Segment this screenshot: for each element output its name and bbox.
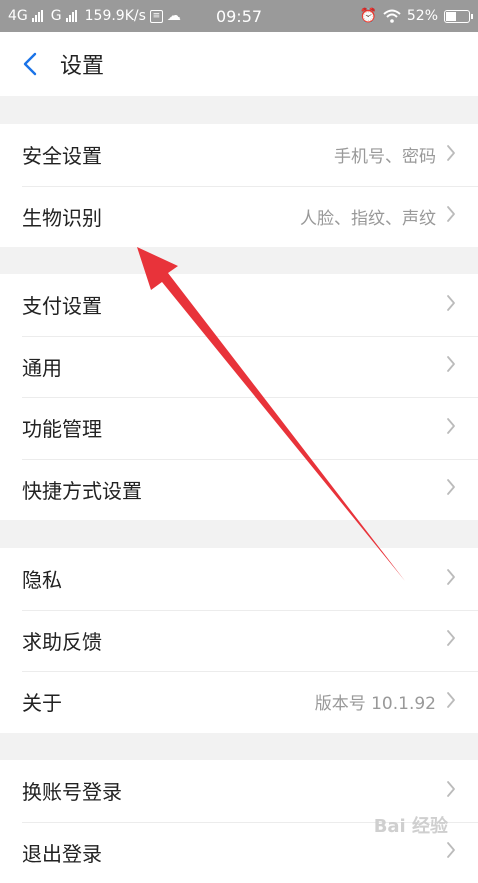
chevron-right-icon: [446, 629, 456, 651]
settings-group-general: 支付设置通用功能管理快捷方式设置: [0, 274, 478, 520]
chevron-right-icon: [446, 417, 456, 439]
chevron-right-icon: [446, 478, 456, 500]
settings-group-account: 安全设置 手机号、密码生物识别 人脸、指纹、声纹: [0, 124, 478, 247]
network-type-2: G: [51, 8, 62, 24]
status-left: 4G G 159.9K/s ≡ ☁: [8, 8, 181, 24]
chevron-right-icon: [446, 568, 456, 590]
settings-group-about: 隐私求助反馈关于 版本号 10.1.92: [0, 548, 478, 733]
settings-row[interactable]: 通用: [0, 336, 478, 398]
chevron-right-icon: [446, 294, 456, 316]
settings-row[interactable]: 安全设置 手机号、密码: [0, 124, 478, 186]
watermark: Bai 经验: [374, 812, 448, 838]
notification-icon: ≡: [150, 10, 163, 23]
settings-row-label: 关于: [22, 687, 62, 716]
chevron-right-icon: [446, 780, 456, 802]
battery-icon: [444, 10, 470, 23]
settings-row[interactable]: 隐私: [0, 548, 478, 610]
status-bar: 4G G 159.9K/s ≡ ☁ 09:57 ⏰ 52%: [0, 0, 478, 32]
chevron-right-icon: [446, 355, 456, 377]
chevron-right-icon: [446, 205, 456, 227]
page-title: 设置: [60, 48, 104, 80]
settings-row-label: 功能管理: [22, 413, 102, 442]
nav-bar: 设置: [0, 32, 478, 96]
settings-row-value: 版本号 10.1.92: [315, 689, 436, 714]
wifi-icon: [383, 9, 401, 23]
settings-row[interactable]: 支付设置: [0, 274, 478, 336]
settings-row-label: 安全设置: [22, 140, 102, 169]
battery-level: [446, 12, 456, 21]
settings-row-label: 通用: [22, 352, 62, 381]
settings-row-label: 隐私: [22, 564, 62, 593]
settings-row[interactable]: 求助反馈: [0, 610, 478, 672]
settings-row-value: 人脸、指纹、声纹: [300, 204, 436, 229]
settings-row[interactable]: 快捷方式设置: [0, 459, 478, 521]
chevron-right-icon: [446, 691, 456, 713]
cloud-icon: ☁: [167, 8, 181, 24]
chevron-left-icon: [23, 52, 37, 76]
back-button[interactable]: [0, 32, 60, 96]
settings-row-label: 求助反馈: [22, 626, 102, 655]
battery-percent: 52%: [407, 8, 438, 24]
chevron-right-icon: [446, 144, 456, 166]
signal-icon-2: [66, 10, 77, 22]
settings-row-label: 换账号登录: [22, 776, 122, 805]
settings-row-label: 退出登录: [22, 838, 102, 867]
alarm-icon: ⏰: [359, 8, 376, 24]
settings-row[interactable]: 功能管理: [0, 397, 478, 459]
settings-row-label: 支付设置: [22, 290, 102, 319]
settings-row[interactable]: 关于 版本号 10.1.92: [0, 671, 478, 733]
settings-row-label: 生物识别: [22, 202, 102, 231]
settings-row[interactable]: 生物识别 人脸、指纹、声纹: [0, 186, 478, 248]
network-type-1: 4G: [8, 8, 28, 24]
status-right: ⏰ 52%: [359, 8, 470, 24]
settings-row-label: 快捷方式设置: [22, 475, 142, 504]
signal-icon: [32, 10, 43, 22]
network-speed: 159.9K/s: [85, 8, 146, 24]
settings-row-value: 手机号、密码: [334, 142, 436, 167]
